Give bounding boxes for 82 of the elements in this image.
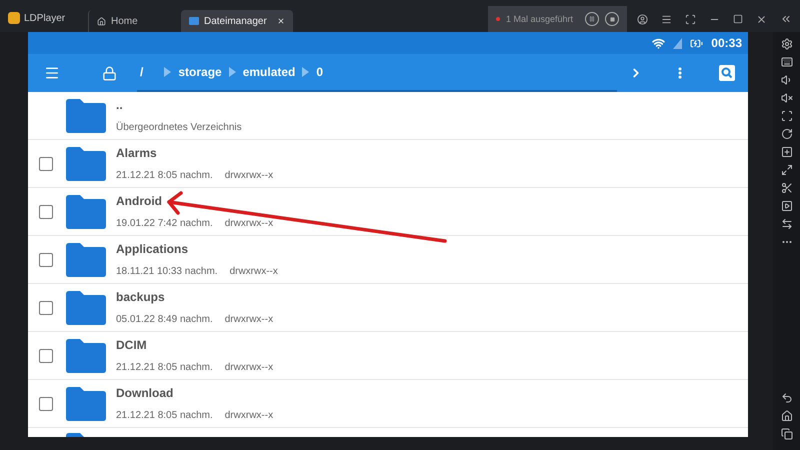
screen-fit-icon[interactable] bbox=[780, 110, 792, 122]
file-date: 21.12.21 8:05 nachm. bbox=[116, 362, 213, 373]
folder-icon bbox=[64, 146, 108, 182]
volume-down-icon[interactable] bbox=[780, 92, 792, 104]
rotate-icon[interactable] bbox=[780, 128, 792, 140]
file-row[interactable]: Applications 18.11.21 10:33 nachm. drwxrwx--x bbox=[28, 236, 748, 284]
file-permissions: drwxrwx--x bbox=[230, 266, 278, 277]
app-name: LDPlayer bbox=[24, 12, 66, 24]
folder-icon bbox=[64, 194, 108, 230]
folder-icon bbox=[64, 290, 108, 326]
home-icon[interactable] bbox=[780, 410, 792, 422]
folder-icon bbox=[64, 338, 108, 374]
back-icon[interactable] bbox=[780, 392, 792, 404]
file-name: Android bbox=[116, 194, 163, 208]
file-name: Download bbox=[116, 386, 174, 400]
breadcrumb-item[interactable]: / bbox=[137, 65, 146, 79]
macro-status: 1 Mal ausgeführt bbox=[506, 14, 573, 24]
folder-icon bbox=[64, 242, 108, 278]
file-name: Applications bbox=[116, 242, 190, 256]
recording-dot-icon bbox=[496, 17, 500, 21]
scissors-icon[interactable] bbox=[780, 182, 792, 194]
volume-up-icon[interactable] bbox=[780, 74, 792, 86]
file-date: 05.01.22 8:49 nachm. bbox=[116, 314, 213, 325]
file-row[interactable]: .. Übergeordnetes Verzeichnis bbox=[28, 92, 748, 140]
file-row[interactable]: Download 21.12.21 8:05 nachm. drwxrwx--x bbox=[28, 380, 748, 428]
maximize-icon[interactable] bbox=[733, 14, 743, 24]
separator-icon bbox=[228, 67, 236, 77]
file-date: 19.01.22 7:42 nachm. bbox=[116, 218, 213, 229]
battery-icon bbox=[690, 36, 704, 50]
clock: 00:33 bbox=[711, 36, 742, 50]
file-date: 18.11.21 10:33 nachm. bbox=[116, 266, 218, 277]
account-icon[interactable] bbox=[637, 14, 648, 24]
pause-icon[interactable] bbox=[585, 12, 599, 26]
file-row[interactable]: Android 19.01.22 7:42 nachm. drwxrwx--x bbox=[28, 188, 748, 236]
menu-icon[interactable] bbox=[44, 65, 60, 81]
folder-icon bbox=[64, 98, 108, 134]
file-permissions: drwxrwx--x bbox=[224, 362, 274, 373]
file-permissions: drwxrwx--x bbox=[224, 314, 274, 325]
sync-icon[interactable] bbox=[780, 218, 792, 230]
stop-icon[interactable] bbox=[605, 12, 619, 26]
lock-icon[interactable] bbox=[102, 66, 117, 80]
add-window-icon[interactable] bbox=[780, 146, 792, 158]
search-icon[interactable] bbox=[719, 65, 735, 81]
collapse-icon[interactable] bbox=[780, 13, 792, 25]
breadcrumb-item[interactable]: storage bbox=[175, 65, 225, 79]
settings-icon[interactable] bbox=[780, 38, 792, 50]
file-name: Alarms bbox=[116, 146, 158, 160]
checkbox[interactable] bbox=[39, 204, 53, 218]
file-permissions: drwxrwx--x bbox=[224, 218, 274, 229]
recent-apps-icon[interactable] bbox=[780, 428, 792, 440]
file-date: 21.12.21 8:05 nachm. bbox=[116, 170, 213, 181]
keyboard-icon[interactable] bbox=[780, 56, 792, 68]
close-icon[interactable] bbox=[277, 17, 285, 25]
home-icon bbox=[97, 16, 106, 26]
checkbox[interactable] bbox=[39, 300, 53, 314]
breadcrumb-item[interactable]: 0 bbox=[313, 65, 326, 79]
file-name: DCIM bbox=[116, 338, 148, 352]
checkbox[interactable] bbox=[39, 252, 53, 266]
file-row[interactable]: DCIM 21.12.21 8:05 nachm. drwxrwx--x bbox=[28, 332, 748, 380]
file-permissions: drwxrwx--x bbox=[224, 410, 274, 421]
file-details: Übergeordnetes Verzeichnis bbox=[116, 122, 242, 133]
breadcrumb-item[interactable]: emulated bbox=[240, 65, 298, 79]
file-row[interactable]: Alarms 21.12.21 8:05 nachm. drwxrwx--x bbox=[28, 140, 748, 188]
checkbox[interactable] bbox=[39, 348, 53, 362]
no-signal-icon bbox=[673, 38, 682, 48]
app-logo bbox=[8, 12, 20, 24]
file-name: backups bbox=[116, 290, 166, 304]
file-name: .. bbox=[116, 98, 124, 112]
menu-icon[interactable] bbox=[661, 14, 672, 24]
separator-icon bbox=[164, 67, 172, 77]
close-icon[interactable] bbox=[756, 14, 767, 24]
tab[interactable]: Dateimanager bbox=[181, 10, 293, 32]
screenshot-icon[interactable] bbox=[685, 14, 696, 24]
window-icon bbox=[189, 17, 199, 25]
separator-icon bbox=[302, 67, 310, 77]
wifi-icon bbox=[652, 36, 666, 50]
file-date: 21.12.21 8:05 nachm. bbox=[116, 410, 213, 421]
file-permissions: drwxrwx--x bbox=[224, 170, 274, 181]
checkbox[interactable] bbox=[39, 156, 53, 170]
file-row[interactable]: backups 05.01.22 8:49 nachm. drwxrwx--x bbox=[28, 284, 748, 332]
folder-icon bbox=[64, 386, 108, 422]
checkbox[interactable] bbox=[39, 396, 53, 410]
